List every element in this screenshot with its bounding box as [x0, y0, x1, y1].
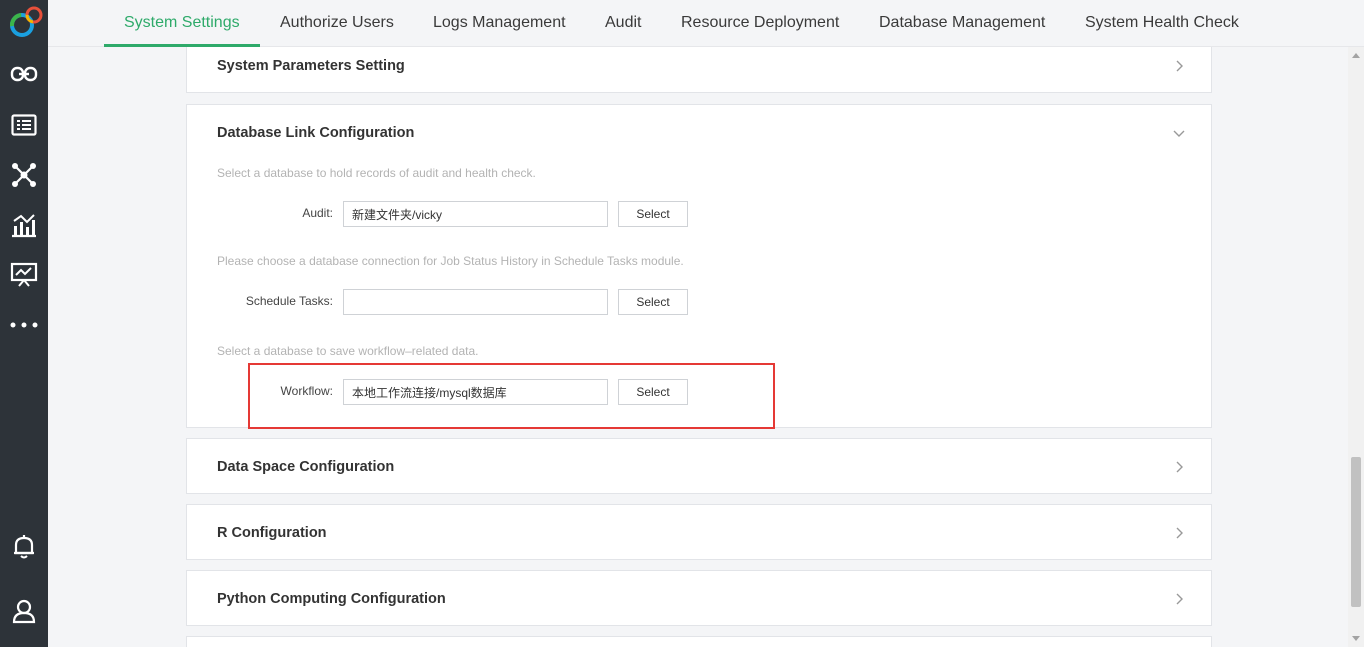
schedule-select-button[interactable]: Select: [618, 289, 688, 315]
workflow-label: Workflow:: [280, 384, 333, 398]
tab-resource-deployment[interactable]: Resource Deployment: [681, 0, 839, 47]
tab-audit[interactable]: Audit: [605, 0, 641, 47]
settings-content: System Parameters Setting Database Link …: [48, 47, 1348, 647]
panel-title[interactable]: Database Link Configuration: [217, 125, 414, 141]
panel-r-configuration[interactable]: R Configuration: [186, 504, 1212, 560]
tab-system-settings[interactable]: System Settings: [104, 0, 260, 47]
panel-title: Data Space Configuration: [217, 459, 395, 475]
app-root: System Settings Authorize Users Logs Man…: [0, 0, 1364, 647]
workflow-input[interactable]: [343, 379, 608, 405]
panel-database-link: Database Link Configuration Select a dat…: [186, 104, 1212, 429]
network-icon[interactable]: [0, 155, 48, 195]
scroll-down-icon[interactable]: [1352, 636, 1360, 641]
panel-python-computing[interactable]: Python Computing Configuration: [186, 570, 1212, 626]
chevron-right-icon[interactable]: [1173, 593, 1185, 605]
user-icon[interactable]: [0, 591, 48, 631]
panel-title: R Configuration: [217, 525, 327, 541]
audit-select-button[interactable]: Select: [618, 201, 688, 227]
link-icon[interactable]: [0, 54, 48, 94]
tab-logs-management[interactable]: Logs Management: [433, 0, 566, 47]
schedule-input[interactable]: [343, 289, 608, 315]
panel-system-parameters[interactable]: System Parameters Setting: [186, 47, 1212, 93]
panel-data-space[interactable]: Data Space Configuration: [186, 438, 1212, 494]
list-icon[interactable]: [0, 105, 48, 145]
panel-next[interactable]: [186, 636, 1212, 647]
schedule-label: Schedule Tasks:: [245, 294, 333, 308]
panel-title: System Parameters Setting: [217, 58, 405, 74]
audit-input[interactable]: [343, 201, 608, 227]
audit-hint: Select a database to hold records of aud…: [217, 166, 536, 180]
chevron-right-icon[interactable]: [1173, 527, 1185, 539]
tab-authorize-users[interactable]: Authorize Users: [280, 0, 394, 47]
bell-icon[interactable]: [0, 527, 48, 567]
top-navigation: System Settings Authorize Users Logs Man…: [48, 0, 1364, 47]
chart-icon[interactable]: [0, 205, 48, 245]
workflow-select-button[interactable]: Select: [618, 379, 688, 405]
audit-label: Audit:: [302, 206, 333, 220]
more-icon[interactable]: [0, 305, 48, 345]
tab-database-management[interactable]: Database Management: [879, 0, 1045, 47]
panel-title: Python Computing Configuration: [217, 591, 446, 607]
chevron-right-icon[interactable]: [1173, 461, 1185, 473]
workflow-hint: Select a database to save workflow–relat…: [217, 344, 479, 358]
presentation-icon[interactable]: [0, 255, 48, 295]
tab-system-health-check[interactable]: System Health Check: [1085, 0, 1239, 47]
vertical-scrollbar[interactable]: [1348, 47, 1364, 647]
logo-icon[interactable]: [0, 3, 48, 43]
sidebar: [0, 0, 48, 647]
scroll-up-icon[interactable]: [1352, 53, 1360, 58]
scroll-thumb[interactable]: [1351, 457, 1361, 607]
schedule-hint: Please choose a database connection for …: [217, 254, 684, 268]
chevron-down-icon[interactable]: [1173, 127, 1185, 139]
chevron-right-icon[interactable]: [1173, 60, 1185, 72]
